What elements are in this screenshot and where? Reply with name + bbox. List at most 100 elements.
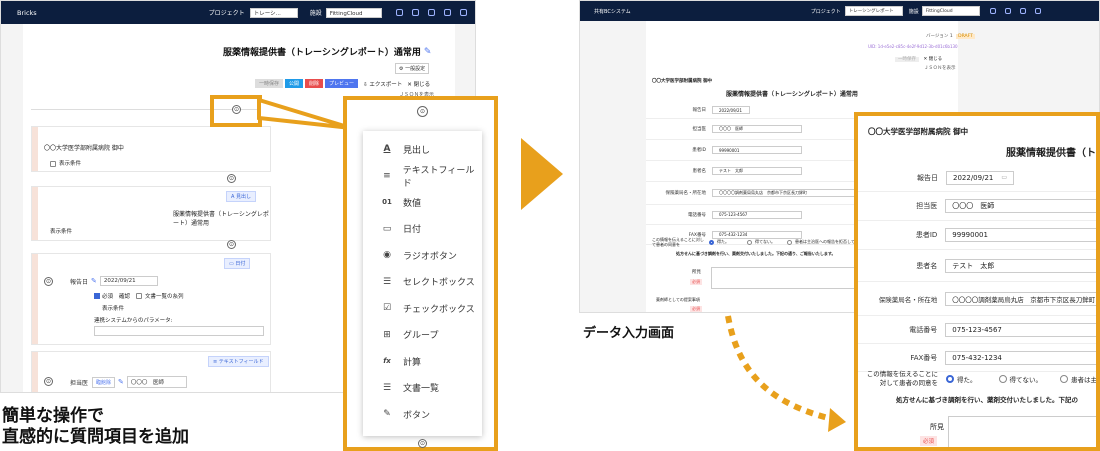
zoom-row-label: 担当医 — [916, 202, 938, 210]
required-checkbox[interactable] — [94, 293, 100, 299]
zoom-row-input[interactable]: テスト 太郎 — [945, 258, 1096, 273]
zoom-row-input[interactable]: 〇〇〇〇調剤薬局烏丸店 京都市下京区長刀鉾町 — [945, 291, 1096, 306]
general-settings-button[interactable]: ⚙ 一般設定 — [395, 63, 430, 74]
right-consent-label: この情報を伝えることに対して患者の同意を — [652, 237, 704, 247]
right-consent-radio-1[interactable] — [709, 239, 714, 245]
block-heading[interactable]: A 見出し 服薬情報提供書（トレーシングレポート）通常用 表示条件 — [31, 186, 271, 241]
temp-save-button[interactable]: 一時保存 — [255, 79, 284, 88]
param-input[interactable] — [94, 326, 264, 336]
doclist-checkbox[interactable] — [136, 293, 143, 299]
right-finding-input[interactable] — [711, 267, 861, 289]
menu-item-group[interactable]: ⊞ グループ — [363, 322, 482, 349]
zoom-row: 報告日 2022/09/21 ▭ — [858, 164, 1096, 192]
menu-item-calc[interactable]: fx 計算 — [363, 348, 482, 375]
user-icon[interactable] — [427, 9, 435, 16]
menu-item-radio[interactable]: ◉ ラジオボタン — [363, 242, 482, 269]
drag-handle[interactable] — [32, 187, 38, 240]
zoom-row-label: 電話番号 — [909, 325, 938, 334]
menu-item-number[interactable]: 01 数値 — [363, 189, 482, 216]
menu-item-checkbox[interactable]: ☑ チェックボックス — [363, 295, 482, 322]
right-consent-radio-2[interactable] — [747, 239, 752, 245]
right-row-input[interactable]: 075-123-4567 — [712, 210, 802, 219]
zoom-finding-input[interactable] — [948, 416, 1096, 447]
account-icon[interactable] — [459, 9, 467, 16]
drag-handle[interactable] — [32, 352, 38, 392]
add-item-button-zoom-bottom[interactable]: ⊙ — [418, 439, 427, 448]
left-project-select[interactable]: トレーシ... — [249, 7, 298, 18]
date-input[interactable]: 2022/09/21 — [99, 276, 158, 286]
zoom-row-input[interactable]: 075-123-4567 — [945, 322, 1096, 337]
block4-target-icon[interactable]: ⊙ — [44, 377, 53, 386]
add-item-button-zoom[interactable]: ⊙ — [417, 106, 428, 117]
right-close-button[interactable]: ✕ 閉じる — [923, 57, 942, 62]
left-facility-select[interactable]: FittingCloud — [325, 7, 382, 18]
right-temp-save-button[interactable]: 一時保存 — [895, 57, 919, 62]
right-row-input[interactable]: 〇〇〇 医師 — [712, 125, 802, 133]
grid-icon[interactable] — [395, 9, 403, 16]
zoom-consent-radio-3[interactable] — [1060, 375, 1068, 383]
right-consent-radio-3[interactable] — [787, 239, 792, 245]
add-item-button-2[interactable]: ⊙ — [227, 240, 236, 249]
add-item-button-1[interactable]: ⊙ — [227, 174, 236, 183]
right-row-input[interactable]: 〇〇〇〇調剤薬局烏丸店 京都市下京区長刀鉾町 — [712, 189, 862, 197]
condition-checkbox[interactable] — [50, 160, 56, 167]
block4-tag[interactable]: 臨館除 — [92, 376, 116, 388]
edit-icon[interactable]: ✎ — [118, 378, 124, 386]
menu-item-button[interactable]: ✎ ボタン — [363, 401, 482, 428]
export-button[interactable]: ⇩ エクスポート — [363, 80, 402, 88]
menu-item-doclist[interactable]: ☰ 文書一覧 — [363, 375, 482, 402]
block2-condition[interactable]: 表示条件 — [50, 227, 72, 235]
zoom-row-input[interactable]: 〇〇〇 医師 — [945, 199, 1096, 213]
right-row-input[interactable]: 2022/09/21 — [712, 106, 750, 114]
right-facility-select[interactable]: FittingCloud — [921, 6, 980, 16]
edit-icon[interactable]: ✎ — [91, 277, 97, 285]
zoom-date-input[interactable]: 2022/09/21 ▭ — [946, 170, 1014, 185]
block-textfield[interactable]: ≡ テキストフィールド ⊙ 担当医 臨館除 ✎ 〇〇〇 医師 — [31, 351, 271, 392]
user-icon[interactable] — [1019, 8, 1026, 14]
menu-item-heading[interactable]: A 見出し — [363, 136, 482, 163]
zoom-row-input[interactable]: 99990001 — [945, 228, 1096, 242]
block3-condition[interactable]: 表示条件 — [102, 304, 124, 312]
block1-condition[interactable]: 表示条件 — [50, 159, 81, 167]
menu-item-select[interactable]: ☰ セレクトボックス — [363, 269, 482, 296]
doctor-input[interactable]: 〇〇〇 医師 — [126, 376, 187, 388]
zoom-consent-radio-1[interactable] — [946, 375, 954, 383]
block-address[interactable]: 〇〇大学医学部附属病院 御中 表示条件 — [31, 126, 271, 172]
key-icon[interactable] — [443, 9, 451, 16]
block3-options: 必須 確認 文書一覧の糸列 — [94, 292, 184, 300]
block2-text: 服薬情報提供書（トレーシングレポート）通常用 — [173, 211, 269, 227]
list-icon: ☰ — [382, 382, 392, 393]
grid-icon[interactable] — [989, 8, 996, 14]
zoom-row-input[interactable]: 075-432-1234 — [945, 350, 1096, 365]
right-row-input[interactable]: 99990001 — [712, 146, 802, 154]
right-row-input[interactable]: テスト 太郎 — [712, 167, 802, 175]
preview-button[interactable]: プレビュー — [325, 79, 359, 88]
block3-target-icon[interactable]: ⊙ — [44, 277, 53, 286]
menu-item-number-label: 数値 — [403, 198, 422, 209]
delete-button[interactable]: 削除 — [305, 79, 324, 88]
zoom-consent-radio-2[interactable] — [998, 375, 1007, 383]
key-icon[interactable] — [1034, 8, 1041, 14]
right-row-label: 報告日 — [692, 108, 707, 113]
menu-item-date[interactable]: ▭ 日付 — [363, 216, 482, 243]
general-settings-label: 一般設定 — [405, 66, 426, 72]
checkbox-icon: ☑ — [382, 303, 392, 314]
close-button[interactable]: ✕ 閉じる — [407, 80, 430, 88]
calendar-icon: ▭ — [1001, 174, 1007, 181]
zoom-row-label: 保険薬局名・所在地 — [878, 295, 938, 304]
menu-item-textfield[interactable]: ≡ テキストフィールド — [363, 163, 482, 190]
textfield-chip: ≡ テキストフィールド — [208, 356, 269, 367]
publish-button[interactable]: 公開 — [285, 79, 304, 88]
group-icon: ⊞ — [383, 329, 391, 340]
block4-field: 担当医 臨館除 ✎ 〇〇〇 医師 — [70, 376, 187, 388]
right-json-link[interactable]: ＪＳＯＮを表示 — [924, 65, 956, 71]
drag-handle[interactable] — [32, 127, 38, 171]
org-icon[interactable] — [411, 9, 419, 16]
export-label: エクスポート — [369, 81, 403, 88]
edit-icon[interactable]: ✎ — [424, 47, 432, 57]
org-icon[interactable] — [1004, 8, 1011, 14]
drag-handle[interactable] — [32, 254, 38, 344]
caption-line-2: 直感的に質問項目を追加 — [2, 427, 189, 447]
block-date[interactable]: ▭ 日付 ⊙ 報告日 ✎ 2022/09/21 必須 確認 文書一覧の糸列 表示… — [31, 253, 271, 345]
right-project-select[interactable]: トレーシングレポート — [844, 6, 903, 16]
